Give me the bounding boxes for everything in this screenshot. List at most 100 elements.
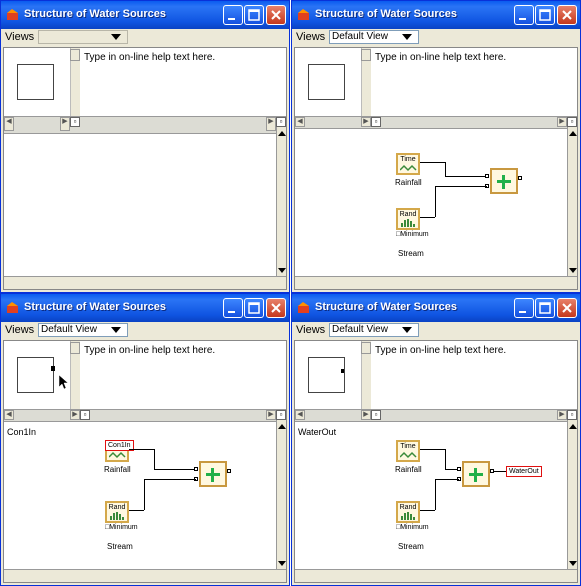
rainfall-label: Rainfall [395, 178, 422, 187]
help-text[interactable]: Type in on-line help text here. [84, 345, 215, 356]
diagram-horizontal-scrollbar[interactable] [295, 569, 577, 582]
adder-node[interactable] [462, 461, 490, 487]
scroll-down-arrow-icon[interactable] [569, 561, 577, 566]
connector-handle[interactable] [51, 366, 55, 371]
help-text[interactable]: Type in on-line help text here. [375, 52, 506, 63]
views-dropdown[interactable] [38, 30, 128, 44]
minimize-button[interactable] [514, 298, 534, 318]
port[interactable] [485, 174, 489, 178]
splitter-handle-icon[interactable]: ▫ [70, 117, 80, 127]
close-button[interactable] [266, 298, 286, 318]
splitter-handle-icon[interactable]: ▫ [80, 410, 90, 420]
scroll-left-button[interactable]: ◀ [295, 117, 305, 127]
maximize-button[interactable] [535, 298, 555, 318]
maximize-button[interactable] [244, 5, 264, 25]
port[interactable] [457, 467, 461, 471]
help-text[interactable]: Type in on-line help text here. [84, 52, 215, 63]
splitter-bar[interactable]: ◀ ▶ ▫ ▶ ▫ [295, 116, 577, 129]
scroll-down-arrow-icon[interactable] [569, 268, 577, 273]
diagram-canvas[interactable]: Con1In Rainfall Rand □Minimum Stream [80, 427, 274, 570]
splitter-bar[interactable]: ◀ ▶ ▫ ▶ ▫ [295, 409, 577, 422]
help-text[interactable]: Type in on-line help text here. [375, 345, 506, 356]
diagram-horizontal-scrollbar[interactable] [4, 276, 286, 289]
diagram-canvas[interactable]: Time Rainfall WaterOut Rand □Minimum Str… [371, 427, 565, 570]
scroll-right-button-2[interactable]: ▶ [266, 410, 276, 420]
rand-node[interactable]: Rand [396, 501, 420, 523]
wire [494, 471, 506, 472]
splitter-handle-icon-2[interactable]: ▫ [276, 410, 286, 420]
scroll-right-button-2[interactable]: ▶ [557, 410, 567, 420]
minimize-button[interactable] [223, 5, 243, 25]
scroll-right-button[interactable]: ▶ [361, 410, 371, 420]
splitter-bar[interactable]: ◀ ▶ ▫ ▶ ▫ [4, 116, 286, 134]
splitter-handle-icon-2[interactable]: ▫ [276, 117, 286, 127]
dropdown-arrow-icon [111, 34, 121, 40]
waterout-highlight[interactable]: WaterOut [506, 466, 542, 477]
title-bar[interactable]: Structure of Water Sources [292, 294, 580, 322]
port[interactable] [227, 469, 231, 473]
module-icon-box[interactable] [308, 64, 345, 100]
maximize-button[interactable] [535, 5, 555, 25]
views-dropdown[interactable]: Default View [329, 30, 419, 44]
scroll-up-arrow-icon[interactable] [569, 424, 577, 429]
splitter-handle-icon[interactable]: ▫ [371, 410, 381, 420]
scroll-right-button-2[interactable]: ▶ [557, 117, 567, 127]
splitter-handle-icon-2[interactable]: ▫ [567, 410, 577, 420]
scroll-up-button[interactable] [361, 342, 371, 354]
scroll-left-button[interactable]: ◀ [295, 410, 305, 420]
time-node[interactable]: Time [396, 153, 420, 175]
module-icon-box[interactable] [17, 64, 54, 100]
minimize-button[interactable] [514, 5, 534, 25]
diagram-horizontal-scrollbar[interactable] [4, 569, 286, 582]
scroll-up-button[interactable] [70, 342, 80, 354]
scroll-left-button[interactable]: ◀ [4, 410, 14, 420]
module-icon-box[interactable] [308, 357, 345, 393]
maximize-button[interactable] [244, 298, 264, 318]
close-button[interactable] [557, 298, 577, 318]
adder-node[interactable] [490, 168, 518, 194]
splitter-handle-icon-2[interactable]: ▫ [567, 117, 577, 127]
time-node[interactable]: Time [396, 440, 420, 462]
scroll-up-button[interactable] [70, 49, 80, 61]
title-bar[interactable]: Structure of Water Sources [1, 1, 289, 29]
connector-handle[interactable] [341, 369, 344, 373]
diagram-vertical-scrollbar[interactable] [567, 127, 577, 277]
scroll-down-arrow-icon[interactable] [278, 561, 286, 566]
rand-node[interactable]: Rand [396, 208, 420, 230]
views-dropdown[interactable]: Default View [329, 323, 419, 337]
dropdown-arrow-icon [111, 327, 121, 333]
title-bar[interactable]: Structure of Water Sources [292, 1, 580, 29]
scroll-right-button-2[interactable]: ▶ [266, 117, 276, 131]
close-button[interactable] [557, 5, 577, 25]
scroll-right-button[interactable]: ▶ [70, 410, 80, 420]
scroll-up-arrow-icon[interactable] [569, 131, 577, 136]
scroll-up-arrow-icon[interactable] [278, 131, 286, 136]
splitter-handle-icon[interactable]: ▫ [371, 117, 381, 127]
diagram-canvas[interactable]: Time Rainfall Rand □Minimum Stream [371, 134, 565, 277]
scroll-down-arrow-icon[interactable] [278, 268, 286, 273]
time-wave-icon [109, 451, 126, 459]
scroll-right-button[interactable]: ▶ [361, 117, 371, 127]
views-dropdown[interactable]: Default View [38, 323, 128, 337]
port[interactable] [194, 467, 198, 471]
scroll-up-arrow-icon[interactable] [278, 424, 286, 429]
histogram-icon [401, 219, 415, 227]
adder-node[interactable] [199, 461, 227, 487]
splitter-bar[interactable]: ◀ ▶ ▫ ▶ ▫ [4, 409, 286, 422]
diagram-vertical-scrollbar[interactable] [567, 420, 577, 570]
scroll-right-button[interactable]: ▶ [60, 117, 70, 131]
close-button[interactable] [266, 5, 286, 25]
scroll-left-button[interactable]: ◀ [4, 117, 14, 131]
module-icon-box[interactable] [17, 357, 54, 393]
rand-node[interactable]: Rand [105, 501, 129, 523]
diagram-vertical-scrollbar[interactable] [276, 127, 286, 277]
minimize-button[interactable] [223, 298, 243, 318]
diagram-vertical-scrollbar[interactable] [276, 420, 286, 570]
port[interactable] [518, 176, 522, 180]
con1in-node[interactable]: Con1In [105, 440, 134, 462]
scroll-up-button[interactable] [361, 49, 371, 61]
views-toolbar: Views Default View [292, 29, 580, 47]
diagram-horizontal-scrollbar[interactable] [295, 276, 577, 289]
title-bar[interactable]: Structure of Water Sources [1, 294, 289, 322]
window-title: Structure of Water Sources [315, 8, 458, 20]
